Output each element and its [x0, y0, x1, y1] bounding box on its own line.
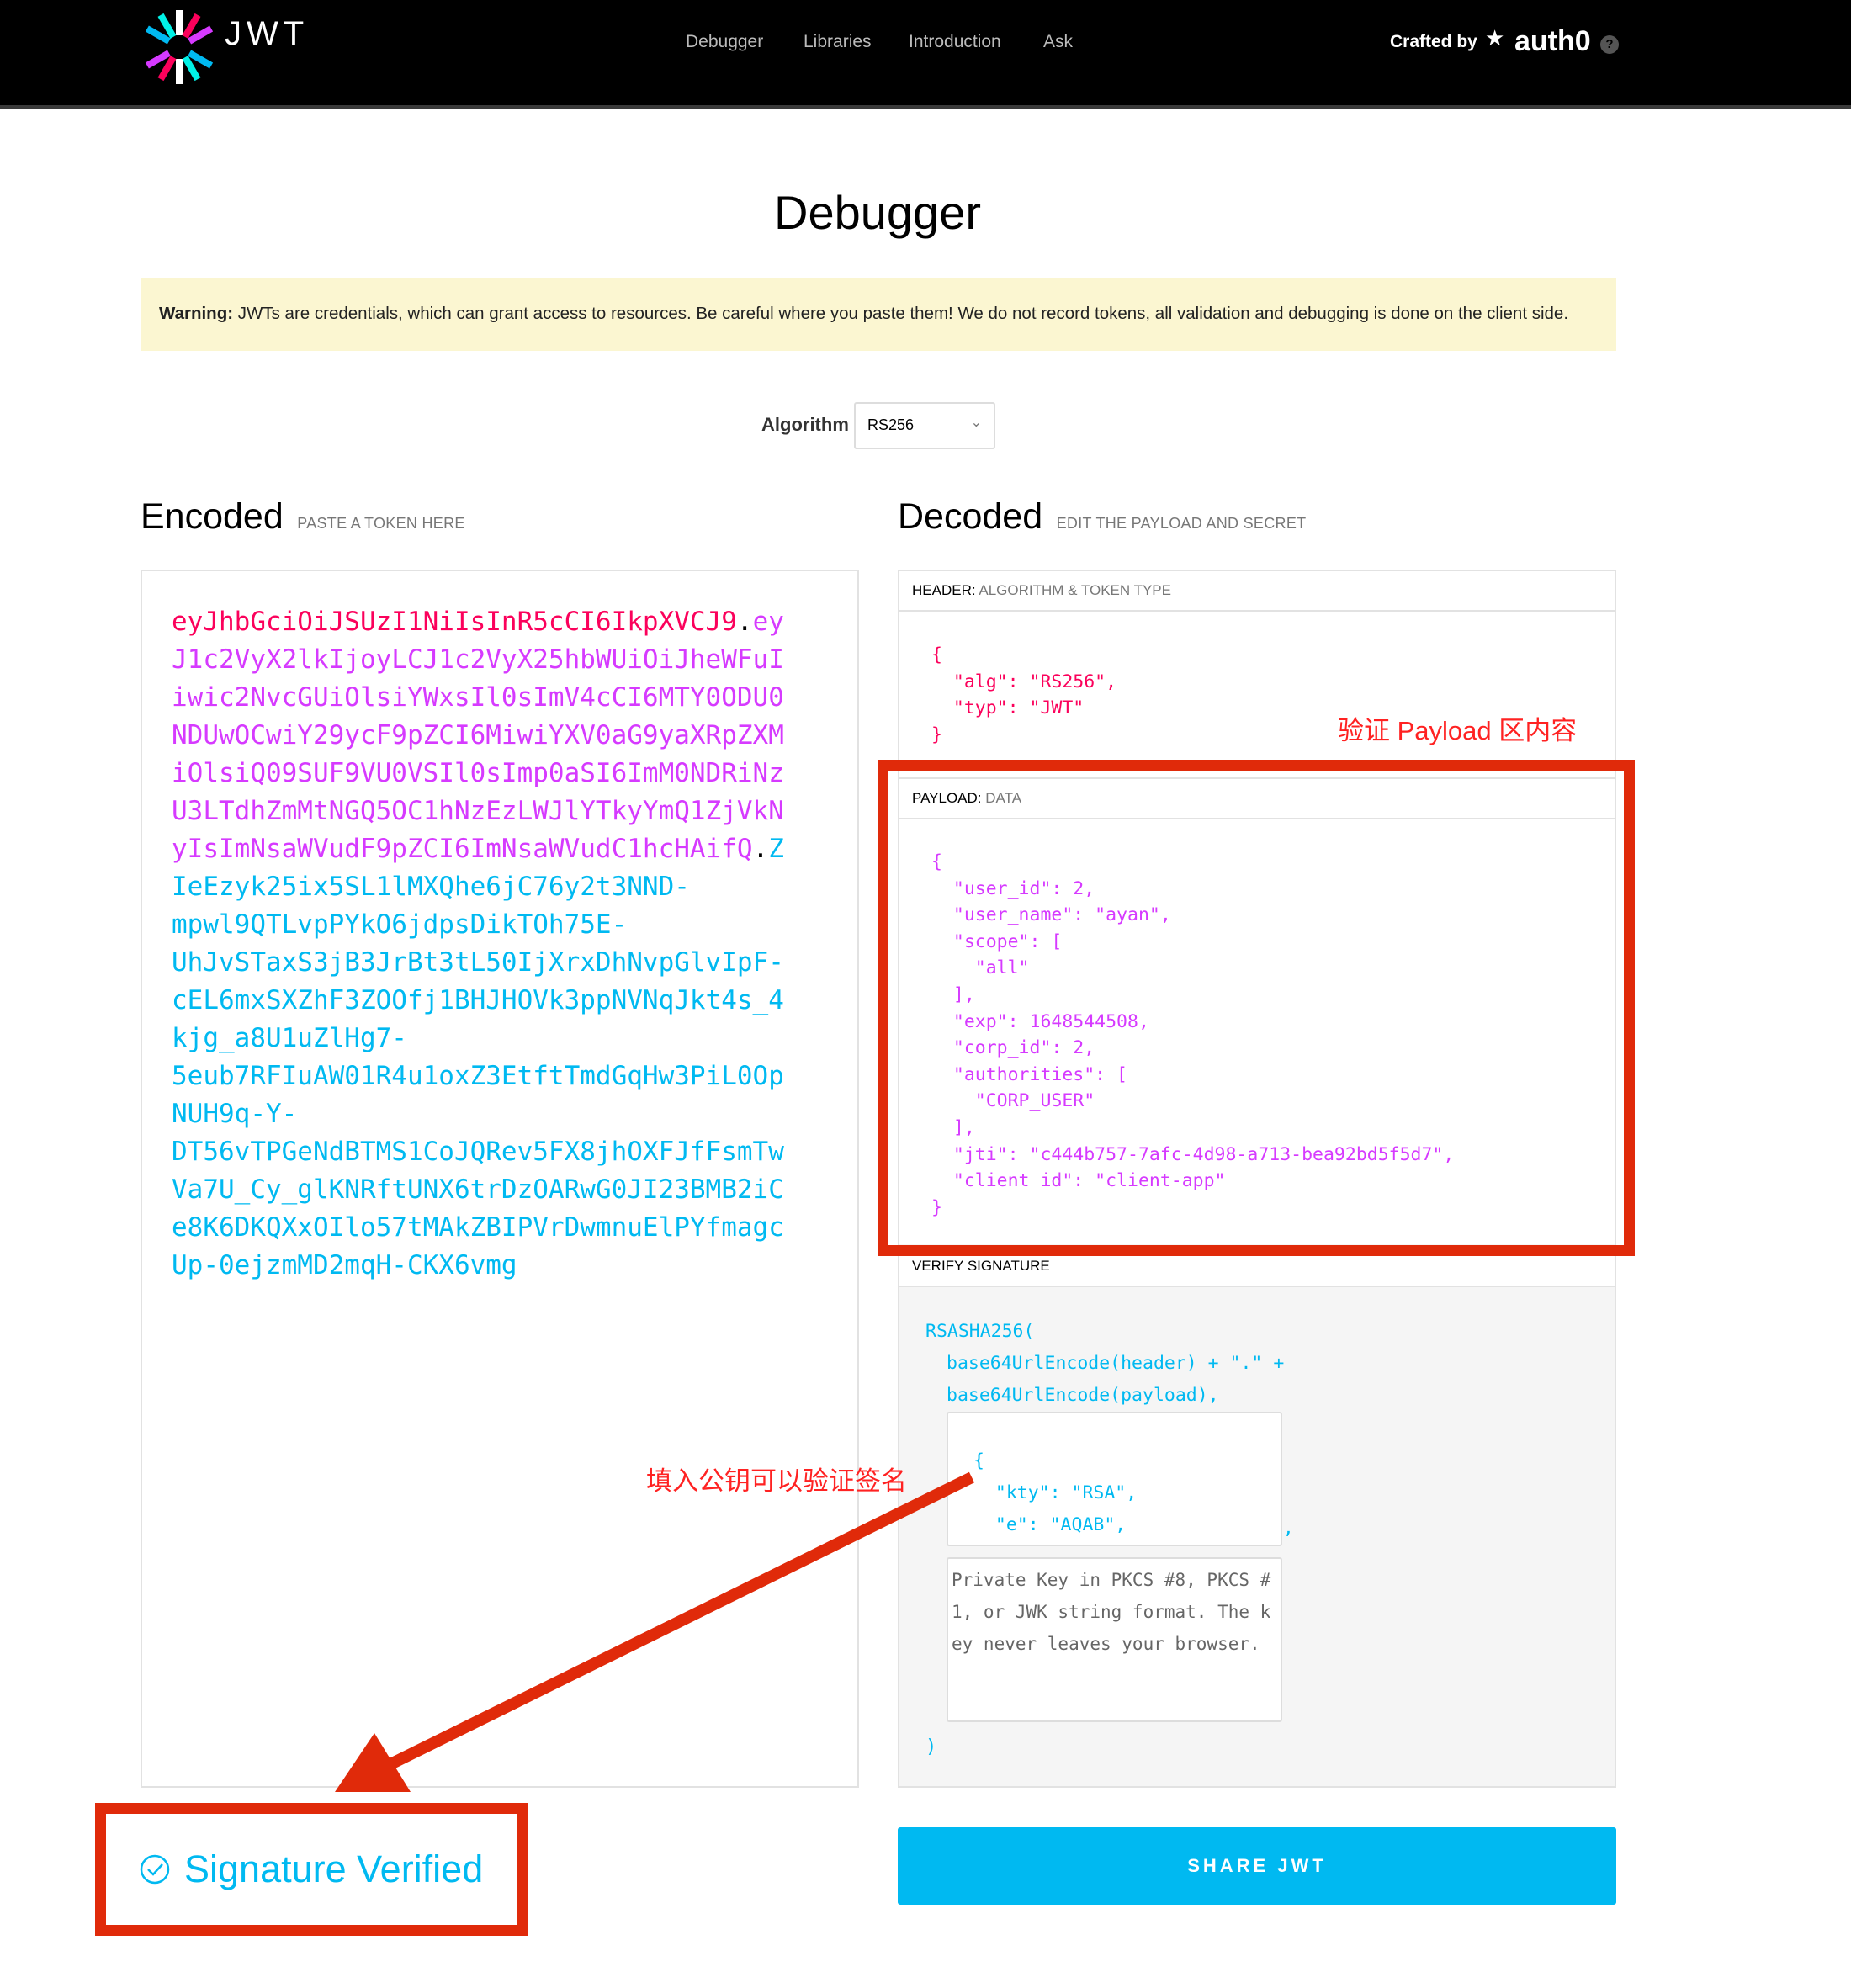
signature-status: Signature Verified — [139, 1848, 483, 1891]
share-jwt-button[interactable]: SHARE JWT — [898, 1827, 1616, 1905]
check-circle-icon — [140, 1854, 170, 1885]
signature-status-text: Signature Verified — [184, 1848, 484, 1890]
annotation-arrow-icon — [335, 1471, 975, 1792]
